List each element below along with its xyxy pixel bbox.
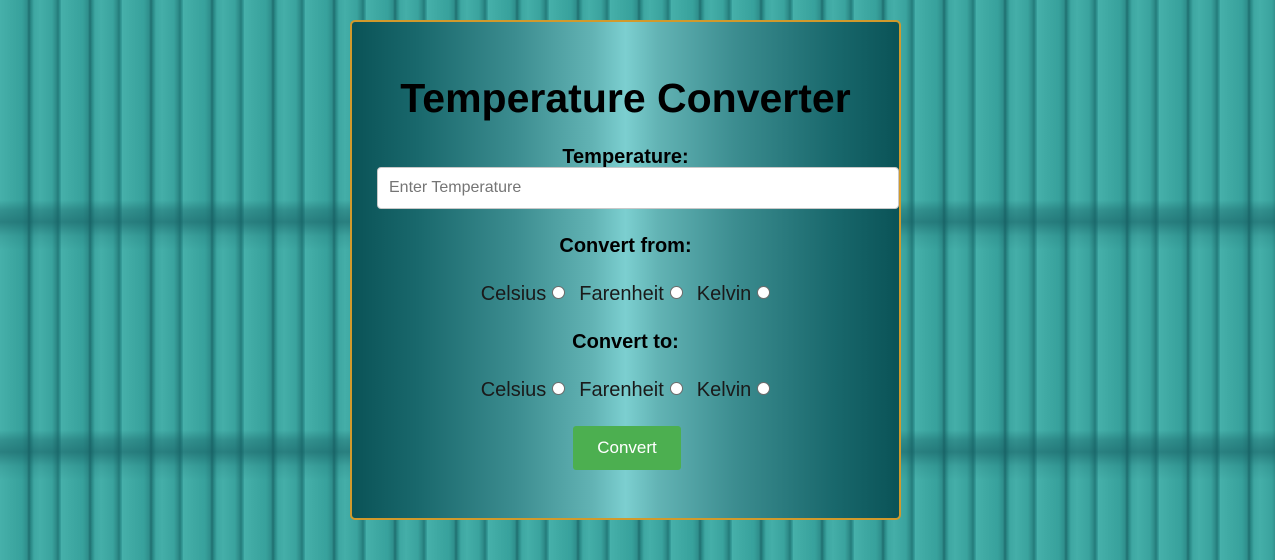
from-farenheit-radio[interactable]: [669, 285, 683, 299]
convert-to-options: Celsius Farenheit Kelvin: [352, 378, 899, 402]
from-celsius-radio[interactable]: [552, 285, 566, 299]
to-option-farenheit[interactable]: Farenheit: [579, 378, 683, 402]
to-option-kelvin[interactable]: Kelvin: [696, 378, 771, 402]
from-option-kelvin[interactable]: Kelvin: [696, 282, 771, 306]
convert-button[interactable]: Convert: [573, 426, 681, 470]
from-option-celsius[interactable]: Celsius: [481, 282, 566, 306]
to-option-celsius[interactable]: Celsius: [481, 378, 566, 402]
convert-from-label: Convert from:: [559, 235, 692, 257]
to-option-label: Kelvin: [696, 379, 752, 401]
from-option-label: Kelvin: [696, 283, 752, 305]
temperature-label: Temperature:: [562, 146, 689, 168]
to-kelvin-radio[interactable]: [757, 381, 771, 395]
to-option-label: Farenheit: [579, 379, 664, 401]
convert-to-label: Convert to:: [572, 331, 679, 353]
convert-from-options: Celsius Farenheit Kelvin: [352, 282, 899, 306]
to-option-label: Celsius: [480, 379, 547, 401]
to-farenheit-radio[interactable]: [669, 381, 683, 395]
to-celsius-radio[interactable]: [552, 381, 566, 395]
page-title: Temperature Converter: [400, 75, 851, 121]
temperature-input[interactable]: [377, 167, 899, 209]
from-option-label: Celsius: [480, 283, 547, 305]
from-option-farenheit[interactable]: Farenheit: [579, 282, 683, 306]
converter-card: Temperature Converter Temperature: Conve…: [350, 20, 901, 520]
from-option-label: Farenheit: [579, 283, 664, 305]
from-kelvin-radio[interactable]: [757, 285, 771, 299]
